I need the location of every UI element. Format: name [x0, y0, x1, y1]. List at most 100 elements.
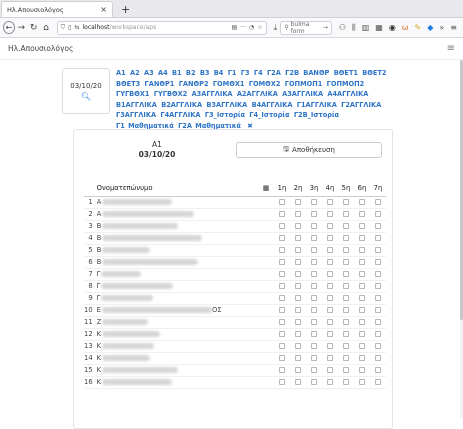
download-icon[interactable]: ⤓ — [274, 23, 278, 33]
class-link[interactable]: Γ4AΓΓΛIKA — [160, 111, 200, 119]
hour-header[interactable]: 1η — [274, 180, 290, 197]
class-link[interactable]: Γ2B — [285, 69, 299, 77]
absence-checkbox[interactable] — [375, 295, 381, 301]
reload-icon[interactable]: ↻ — [28, 23, 39, 33]
absence-checkbox[interactable] — [343, 355, 349, 361]
absence-checkbox[interactable] — [327, 367, 333, 373]
absence-checkbox[interactable] — [279, 343, 285, 349]
class-link[interactable]: A4AΓΓΛIKA — [327, 90, 368, 98]
screenshot-icon[interactable]: ▦ — [375, 23, 383, 32]
absence-checkbox[interactable] — [327, 295, 333, 301]
search-box[interactable]: ⚲ bulma form → — [280, 20, 332, 35]
absence-checkbox[interactable] — [359, 307, 365, 313]
absence-checkbox[interactable] — [311, 355, 317, 361]
absence-checkbox[interactable] — [311, 343, 317, 349]
absence-checkbox[interactable] — [279, 307, 285, 313]
hamburger-icon[interactable]: ≡ — [447, 43, 455, 54]
absence-checkbox[interactable] — [279, 367, 285, 373]
absence-checkbox[interactable] — [343, 235, 349, 241]
absence-checkbox[interactable] — [343, 367, 349, 373]
absence-checkbox[interactable] — [295, 331, 301, 337]
class-link[interactable]: B4AΓΓΛIKA — [252, 101, 293, 109]
search-go-icon[interactable]: → — [323, 24, 328, 31]
account-icon[interactable]: ⚇ — [339, 23, 346, 32]
absence-checkbox[interactable] — [279, 331, 285, 337]
absence-checkbox[interactable] — [327, 379, 333, 385]
hour-header[interactable]: 4η — [322, 180, 338, 197]
search-icon[interactable]: 🔍︎ — [81, 92, 91, 101]
overflow-icon[interactable]: » — [439, 23, 444, 32]
class-link[interactable]: Γ2A — [267, 69, 281, 77]
class-link[interactable]: BΘET1 — [334, 69, 358, 77]
absence-checkbox[interactable] — [295, 247, 301, 253]
absence-checkbox[interactable] — [343, 307, 349, 313]
absence-checkbox[interactable] — [295, 307, 301, 313]
absence-checkbox[interactable] — [375, 223, 381, 229]
home-icon[interactable]: ⌂ — [40, 23, 51, 33]
class-link[interactable]: BΘET2 — [362, 69, 386, 77]
class-link[interactable]: A4 — [158, 69, 168, 77]
absence-checkbox[interactable] — [343, 295, 349, 301]
absence-checkbox[interactable] — [359, 259, 365, 265]
absence-checkbox[interactable] — [359, 271, 365, 277]
absence-checkbox[interactable] — [279, 283, 285, 289]
class-link[interactable]: B3AΓΓΛIKA — [206, 101, 247, 109]
absence-checkbox[interactable] — [279, 295, 285, 301]
absence-checkbox[interactable] — [327, 223, 333, 229]
class-link[interactable]: ΓOMΘX1 — [213, 80, 245, 88]
absence-checkbox[interactable] — [375, 307, 381, 313]
absence-checkbox[interactable] — [279, 247, 285, 253]
absence-checkbox[interactable] — [375, 271, 381, 277]
absence-checkbox[interactable] — [311, 271, 317, 277]
absence-checkbox[interactable] — [375, 355, 381, 361]
absence-checkbox[interactable] — [279, 379, 285, 385]
absence-checkbox[interactable] — [295, 235, 301, 241]
absence-checkbox[interactable] — [343, 223, 349, 229]
absence-checkbox[interactable] — [311, 283, 317, 289]
absence-checkbox[interactable] — [359, 223, 365, 229]
extension-4-icon[interactable]: ◆ — [427, 23, 433, 32]
absence-checkbox[interactable] — [359, 247, 365, 253]
class-link[interactable]: ΓANΘP2 — [179, 80, 209, 88]
extension-2-icon[interactable]: ω — [402, 23, 409, 32]
absence-checkbox[interactable] — [375, 367, 381, 373]
absence-checkbox[interactable] — [311, 259, 317, 265]
class-link[interactable]: BΘET3 — [116, 80, 140, 88]
page-actions-icon[interactable]: ··· — [240, 24, 246, 31]
absence-checkbox[interactable] — [375, 211, 381, 217]
absence-checkbox[interactable] — [375, 343, 381, 349]
absence-checkbox[interactable] — [311, 199, 317, 205]
absence-checkbox[interactable] — [359, 355, 365, 361]
absence-checkbox[interactable] — [295, 211, 301, 217]
absence-checkbox[interactable] — [279, 319, 285, 325]
class-link[interactable]: B4 — [214, 69, 224, 77]
pocket-icon[interactable]: ◔ — [249, 24, 254, 31]
absence-checkbox[interactable] — [295, 343, 301, 349]
absence-checkbox[interactable] — [359, 331, 365, 337]
class-link[interactable]: B2AΓΓΛIKA — [161, 101, 202, 109]
class-link[interactable]: A3AΓΓΛIKA — [192, 90, 233, 98]
absence-checkbox[interactable] — [343, 283, 349, 289]
extension-3-icon[interactable]: ✎ — [415, 23, 422, 32]
absence-checkbox[interactable] — [343, 199, 349, 205]
absence-checkbox[interactable] — [295, 379, 301, 385]
absence-checkbox[interactable] — [279, 271, 285, 277]
absence-checkbox[interactable] — [343, 343, 349, 349]
library-icon[interactable]: ⫼ — [352, 23, 356, 33]
absence-checkbox[interactable] — [327, 271, 333, 277]
tab-close-icon[interactable]: × — [100, 5, 107, 14]
absence-checkbox[interactable] — [279, 199, 285, 205]
reader-icon[interactable]: ▤ — [232, 24, 238, 31]
app-brand[interactable]: Ηλ.Απουσιολόγος — [8, 44, 73, 53]
absence-checkbox[interactable] — [327, 259, 333, 265]
menu-icon[interactable]: ≡ — [450, 23, 457, 32]
class-link[interactable]: ΓYΓBΘX2 — [154, 90, 187, 98]
absence-checkbox[interactable] — [295, 283, 301, 289]
absence-checkbox[interactable] — [295, 271, 301, 277]
back-icon[interactable]: ← — [3, 21, 15, 34]
hour-header[interactable]: 6η — [354, 180, 370, 197]
calculator-icon[interactable]: ▦ — [258, 180, 274, 197]
absence-checkbox[interactable] — [359, 319, 365, 325]
hour-header[interactable]: 3η — [306, 180, 322, 197]
absence-checkbox[interactable] — [359, 343, 365, 349]
